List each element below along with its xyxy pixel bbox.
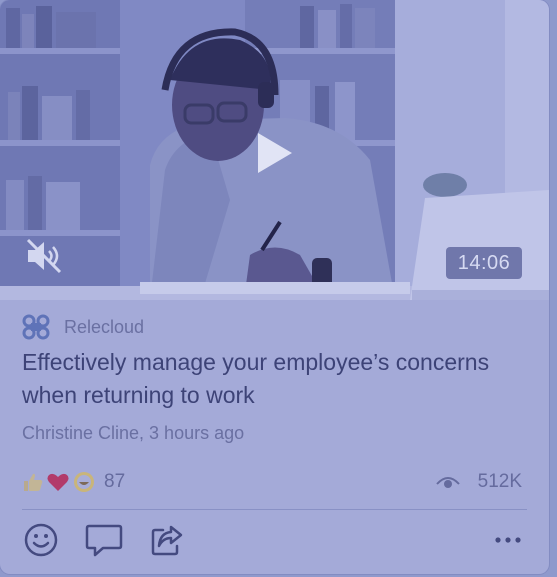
share-button[interactable]	[148, 521, 186, 559]
views-count: 512K	[477, 471, 522, 492]
source-name: Relecloud	[64, 316, 145, 337]
comment-icon	[85, 524, 123, 557]
video-player[interactable]: 14:06	[0, 0, 549, 300]
react-button[interactable]	[22, 521, 60, 559]
play-icon[interactable]	[252, 130, 296, 176]
thumbs-up-icon	[24, 473, 43, 491]
emoji-react-icon	[24, 523, 58, 557]
relecloud-logo-icon	[22, 314, 50, 340]
eye-icon	[435, 477, 460, 488]
reaction-count: 87	[104, 471, 126, 492]
laugh-icon	[74, 472, 94, 492]
more-icon	[495, 537, 521, 543]
video-duration: 14:06	[446, 247, 522, 279]
comment-button[interactable]	[85, 521, 123, 559]
video-post-card: 14:06 Relecloud Effectively manage your …	[0, 0, 549, 574]
share-icon	[151, 525, 183, 556]
heart-icon	[47, 473, 69, 491]
views-summary: 512K	[435, 468, 522, 496]
post-actions	[22, 520, 186, 560]
more-options-button[interactable]	[491, 525, 525, 555]
speaker-muted-icon[interactable]	[24, 238, 64, 274]
post-title[interactable]: Effectively manage your employee’s conce…	[22, 346, 522, 412]
reactions-summary[interactable]: 87	[22, 468, 125, 496]
post-byline: Christine Cline, 3 hours ago	[22, 423, 245, 443]
post-source[interactable]: Relecloud	[22, 313, 144, 341]
divider	[22, 509, 527, 510]
